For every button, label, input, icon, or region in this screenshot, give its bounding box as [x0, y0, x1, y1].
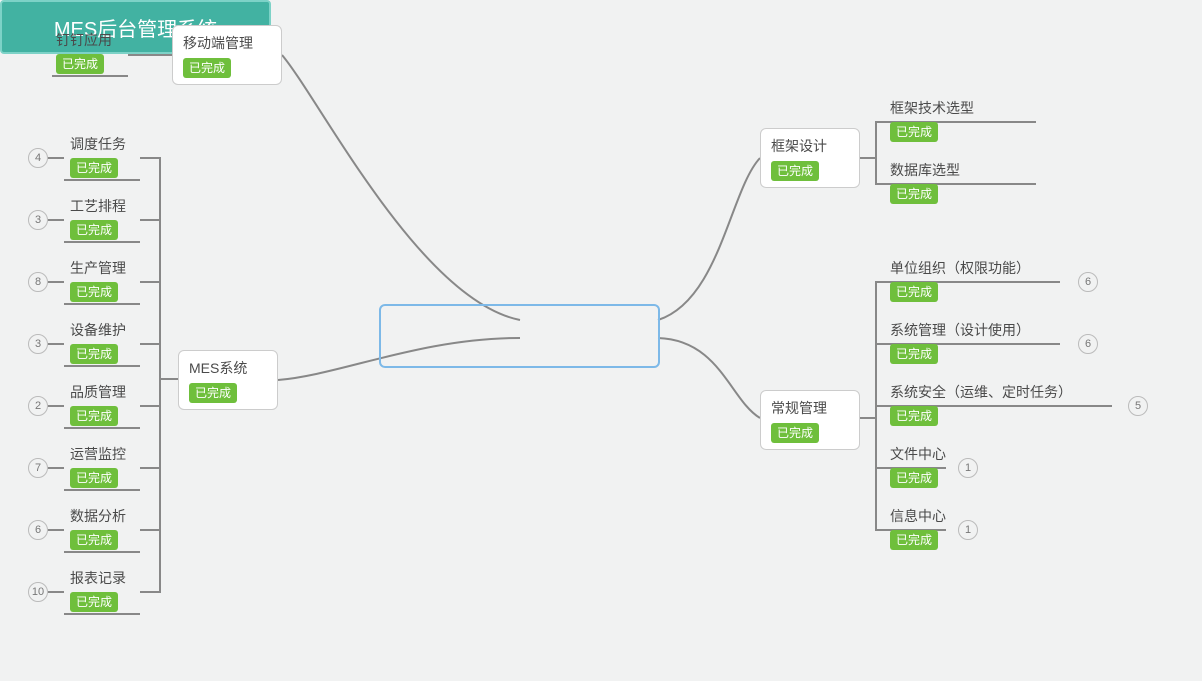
status-badge: 已完成: [70, 592, 118, 612]
root-selection-outline: [379, 304, 660, 368]
status-badge: 已完成: [70, 530, 118, 550]
leaf-dingding[interactable]: 钉钉应用 已完成: [56, 30, 112, 74]
branch-mobile[interactable]: 移动端管理 已完成: [172, 25, 282, 85]
status-badge: 已完成: [70, 468, 118, 488]
leaf-security[interactable]: 系统安全（运维、定时任务） 已完成: [890, 382, 1072, 426]
status-badge: 已完成: [70, 282, 118, 302]
status-badge: 已完成: [890, 282, 938, 302]
leaf-count: 3: [28, 334, 48, 354]
leaf-label: 运营监控: [70, 444, 126, 464]
status-badge: 已完成: [890, 406, 938, 426]
leaf-label: 单位组织（权限功能）: [890, 258, 1030, 278]
leaf-count: 8: [28, 272, 48, 292]
leaf-count: 6: [1078, 334, 1098, 354]
leaf-count: 3: [28, 210, 48, 230]
leaf-label: 钉钉应用: [56, 30, 112, 50]
leaf-label: 框架技术选型: [890, 98, 974, 118]
leaf-count: 4: [28, 148, 48, 168]
leaf-count: 7: [28, 458, 48, 478]
leaf-label: 设备维护: [70, 320, 126, 340]
leaf-label: 系统安全（运维、定时任务）: [890, 382, 1072, 402]
leaf-label: 调度任务: [70, 134, 126, 154]
status-badge: 已完成: [70, 158, 118, 178]
leaf-count: 1: [958, 520, 978, 540]
status-badge: 已完成: [890, 344, 938, 364]
status-badge: 已完成: [70, 406, 118, 426]
leaf-schedule[interactable]: 调度任务 已完成: [70, 134, 126, 178]
leaf-process[interactable]: 工艺排程 已完成: [70, 196, 126, 240]
status-badge: 已完成: [771, 161, 819, 181]
leaf-infocenter[interactable]: 信息中心 已完成: [890, 506, 946, 550]
leaf-count: 6: [28, 520, 48, 540]
status-badge: 已完成: [890, 184, 938, 204]
leaf-label: 系统管理（设计使用）: [890, 320, 1030, 340]
leaf-equipment[interactable]: 设备维护 已完成: [70, 320, 126, 364]
branch-mes-title: MES系统: [189, 359, 267, 377]
leaf-quality[interactable]: 品质管理 已完成: [70, 382, 126, 426]
leaf-production[interactable]: 生产管理 已完成: [70, 258, 126, 302]
leaf-org[interactable]: 单位组织（权限功能） 已完成: [890, 258, 1030, 302]
leaf-count: 5: [1128, 396, 1148, 416]
status-badge: 已完成: [70, 220, 118, 240]
leaf-framework-tech[interactable]: 框架技术选型 已完成: [890, 98, 974, 142]
status-badge: 已完成: [56, 54, 104, 74]
mindmap-canvas[interactable]: { "root": { "title": "MES后台管理系统" }, "sta…: [0, 0, 1202, 681]
leaf-label: 生产管理: [70, 258, 126, 278]
leaf-filecenter[interactable]: 文件中心 已完成: [890, 444, 946, 488]
leaf-label: 数据库选型: [890, 160, 960, 180]
leaf-label: 工艺排程: [70, 196, 126, 216]
status-badge: 已完成: [890, 468, 938, 488]
status-badge: 已完成: [183, 58, 231, 78]
leaf-database[interactable]: 数据库选型 已完成: [890, 160, 960, 204]
status-badge: 已完成: [189, 383, 237, 403]
status-badge: 已完成: [890, 530, 938, 550]
leaf-label: 信息中心: [890, 506, 946, 526]
leaf-label: 品质管理: [70, 382, 126, 402]
leaf-label: 报表记录: [70, 568, 126, 588]
leaf-label: 数据分析: [70, 506, 126, 526]
leaf-count: 1: [958, 458, 978, 478]
status-badge: 已完成: [890, 122, 938, 142]
leaf-count: 2: [28, 396, 48, 416]
branch-regular-title: 常规管理: [771, 399, 849, 417]
branch-frame[interactable]: 框架设计 已完成: [760, 128, 860, 188]
branch-mobile-title: 移动端管理: [183, 34, 271, 52]
branch-regular[interactable]: 常规管理 已完成: [760, 390, 860, 450]
status-badge: 已完成: [70, 344, 118, 364]
leaf-analysis[interactable]: 数据分析 已完成: [70, 506, 126, 550]
status-badge: 已完成: [771, 423, 819, 443]
leaf-operation[interactable]: 运营监控 已完成: [70, 444, 126, 488]
leaf-report[interactable]: 报表记录 已完成: [70, 568, 126, 612]
leaf-count: 6: [1078, 272, 1098, 292]
branch-mes[interactable]: MES系统 已完成: [178, 350, 278, 410]
leaf-sysmgr[interactable]: 系统管理（设计使用） 已完成: [890, 320, 1030, 364]
leaf-label: 文件中心: [890, 444, 946, 464]
branch-frame-title: 框架设计: [771, 137, 849, 155]
leaf-count: 10: [28, 582, 48, 602]
